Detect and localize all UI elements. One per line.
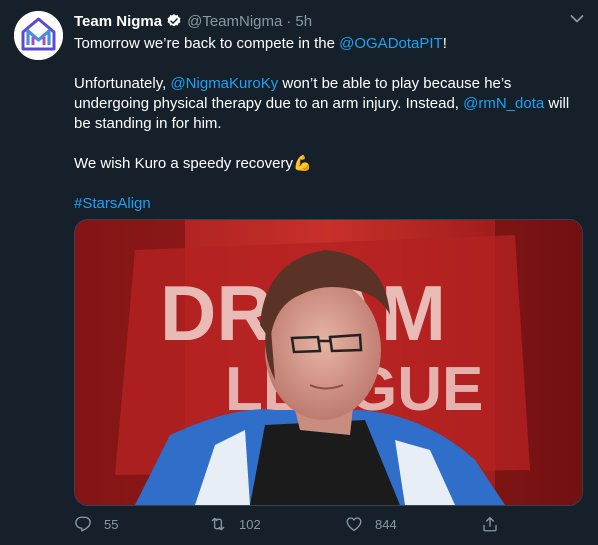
- mention-link[interactable]: @NigmaKuroKy: [170, 75, 278, 92]
- mention-link[interactable]: @OGADotaPIT: [339, 35, 443, 52]
- like-icon: [346, 517, 362, 532]
- tweet[interactable]: Team Nigma @TeamNigma · 5h Tomorrow we’r…: [0, 0, 598, 545]
- reply-icon: [75, 516, 91, 532]
- chevron-down-icon[interactable]: [570, 14, 584, 24]
- text-segment: !: [442, 35, 447, 52]
- text-segment: We wish Kuro a speedy recovery: [74, 155, 293, 172]
- display-name[interactable]: Team Nigma: [74, 13, 162, 30]
- retweet-icon: [211, 517, 225, 531]
- retweet-count: 102: [239, 516, 261, 532]
- tweet-paragraph-3: We wish Kuro a speedy recovery💪: [74, 154, 579, 174]
- share-icon: [483, 516, 497, 532]
- tweet-actions: 55 102 844: [74, 515, 504, 537]
- reply-button[interactable]: 55: [74, 515, 118, 533]
- mention-link[interactable]: @rmN_dota: [463, 95, 544, 112]
- text-segment: Tomorrow we’re back to compete in the: [74, 35, 340, 52]
- tweet-paragraph-4: #StarsAlign: [74, 194, 579, 214]
- nigma-logo-icon: [14, 11, 63, 60]
- flexed-biceps-emoji-icon: 💪: [293, 155, 312, 172]
- player-photo: DREAM LEAGUE: [75, 220, 582, 505]
- hashtag-link[interactable]: #StarsAlign: [74, 195, 151, 212]
- tweet-paragraph-2: Unfortunately, @NigmaKuroKy won’t be abl…: [74, 74, 579, 134]
- avatar[interactable]: [14, 11, 63, 60]
- text-segment: Unfortunately,: [74, 75, 171, 92]
- tweet-timestamp[interactable]: 5h: [295, 13, 312, 30]
- tweet-text: Tomorrow we’re back to compete in the @O…: [74, 34, 579, 214]
- retweet-button[interactable]: 102: [209, 515, 261, 533]
- tweet-header: Team Nigma @TeamNigma · 5h: [74, 11, 312, 31]
- tweet-paragraph-1: Tomorrow we’re back to compete in the @O…: [74, 34, 579, 54]
- like-count: 844: [375, 516, 397, 532]
- user-handle[interactable]: @TeamNigma: [187, 13, 282, 30]
- tweet-media-photo[interactable]: DREAM LEAGUE: [74, 219, 583, 506]
- verified-badge-icon: [167, 14, 181, 27]
- like-button[interactable]: 844: [345, 515, 397, 533]
- share-button[interactable]: [481, 515, 511, 533]
- reply-count: 55: [104, 516, 119, 532]
- separator-dot: ·: [286, 12, 292, 30]
